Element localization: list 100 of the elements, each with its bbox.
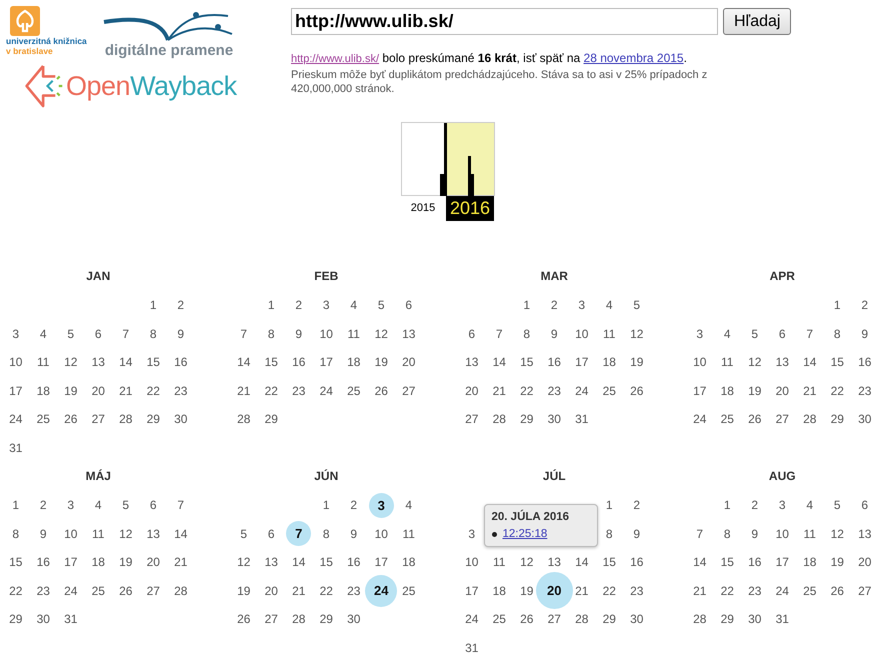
day-number: 6 (94, 326, 102, 341)
day-number: 12 (374, 326, 388, 341)
day-number: 10 (465, 555, 478, 570)
day-number: 25 (92, 584, 105, 598)
url-link[interactable]: http://www.ulib.sk/ (291, 53, 380, 65)
day-number: 1 (150, 298, 157, 312)
day-number: 12 (119, 526, 132, 541)
day-number: 13 (776, 355, 789, 370)
day-number: 1 (322, 498, 330, 512)
day-number: 18 (720, 384, 734, 398)
day-number: 30 (36, 612, 50, 626)
day-number: 12 (830, 526, 844, 541)
digital-sources-logo: digitálne pramene (104, 42, 234, 59)
day-number: 9 (550, 326, 558, 341)
day-number: 21 (803, 384, 816, 398)
day-number: 29 (520, 412, 534, 426)
capture-summary: http://www.ulib.sk/ bolo preskúmané 16 krát, isť späť na 28 novembra 2015. (291, 51, 688, 65)
day-number: 28 (292, 612, 306, 626)
year-link[interactable]: 2015 (401, 196, 445, 221)
day-number: 20 (92, 384, 105, 398)
day-number: 3 (322, 298, 330, 312)
day-number: 6 (268, 526, 275, 541)
capture-day[interactable]: 20 (536, 572, 573, 610)
day-number: 23 (748, 584, 762, 598)
day-number: 7 (696, 526, 704, 541)
day-number: 27 (92, 412, 105, 426)
day-number: 4 (40, 326, 47, 341)
search-button[interactable]: Hľadaj (723, 8, 792, 35)
day-number: 15 (320, 555, 333, 570)
day-number: 30 (347, 612, 360, 626)
day-number: 6 (468, 326, 476, 341)
day-number: 5 (834, 498, 841, 512)
day-number: 19 (748, 384, 762, 398)
day-number: 25 (803, 584, 816, 598)
day-number: 8 (724, 526, 731, 541)
day-number: 2 (550, 298, 558, 312)
day-number: 25 (602, 384, 616, 398)
day-number: 18 (492, 584, 506, 598)
day-number: 30 (548, 412, 561, 426)
day-number: 7 (806, 326, 814, 341)
day-number: 6 (405, 298, 412, 312)
day-number: 29 (9, 612, 22, 626)
day-number: 3 (696, 326, 704, 341)
day-number: 16 (347, 555, 360, 570)
capture-day[interactable]: 3 (368, 492, 394, 518)
day-number: 23 (548, 384, 561, 398)
capture-time-link[interactable]: 12:25:18 (502, 528, 548, 540)
day-number: 1 (834, 298, 841, 312)
day-number: 21 (237, 384, 250, 398)
day-number: 15 (520, 355, 534, 370)
day-number: 11 (721, 355, 734, 370)
day-number: 17 (465, 584, 478, 598)
day-number: 9 (40, 526, 47, 541)
month-name: FEB (313, 268, 340, 285)
month-name: APR (768, 268, 796, 285)
day-number: 27 (776, 412, 789, 426)
capture-day[interactable]: 7 (286, 521, 312, 546)
day-number: 29 (602, 612, 616, 626)
day-number: 8 (268, 326, 275, 341)
day-number: 15 (9, 555, 22, 570)
day-number: 11 (402, 526, 415, 541)
day-number: 19 (630, 355, 644, 370)
day-number: 26 (237, 612, 250, 626)
day-number: 15 (602, 555, 616, 570)
day-number: 14 (237, 355, 250, 370)
day-number: 25 (402, 584, 416, 598)
day-number: 30 (630, 612, 644, 626)
day-number: 8 (834, 326, 841, 341)
day-number: 31 (465, 640, 478, 655)
day-number: 8 (12, 526, 20, 541)
year-link[interactable]: 2016 (446, 196, 494, 221)
day-number: 15 (264, 355, 278, 370)
first-capture-link[interactable]: 28 novembra 2015 (584, 51, 684, 65)
day-number: 23 (36, 584, 50, 598)
day-number: 29 (830, 412, 844, 426)
day-number: 1 (268, 298, 275, 312)
day-number: 6 (150, 498, 157, 512)
day-number: 16 (630, 555, 644, 570)
day-number: 21 (292, 584, 306, 598)
url-field[interactable]: http://www.ulib.sk/ (291, 8, 718, 35)
day-number: 26 (64, 412, 78, 426)
capture-day[interactable]: 24 (365, 574, 398, 607)
day-number: 24 (320, 384, 333, 398)
day-number: 12 (630, 326, 644, 341)
day-number: 25 (36, 412, 50, 426)
day-number: 14 (803, 355, 816, 370)
day-number: 28 (119, 412, 132, 426)
day-number: 4 (724, 326, 731, 341)
day-number: 23 (174, 384, 188, 398)
day-number: 12 (748, 355, 762, 370)
day-number: 23 (630, 584, 644, 598)
day-number: 22 (720, 584, 734, 598)
day-number: 13 (548, 555, 561, 570)
duplicate-note: Prieskum môže byť duplikátom predchádzajúceho. Stáva sa to asi v 25% prípadoch z 420,000,000 stránok. (291, 68, 708, 96)
day-number: 3 (578, 298, 586, 312)
day-number: 10 (320, 326, 333, 341)
day-number: 19 (237, 584, 250, 598)
day-number: 31 (64, 612, 78, 626)
day-number: 9 (350, 526, 358, 541)
day-number: 13 (465, 355, 478, 370)
